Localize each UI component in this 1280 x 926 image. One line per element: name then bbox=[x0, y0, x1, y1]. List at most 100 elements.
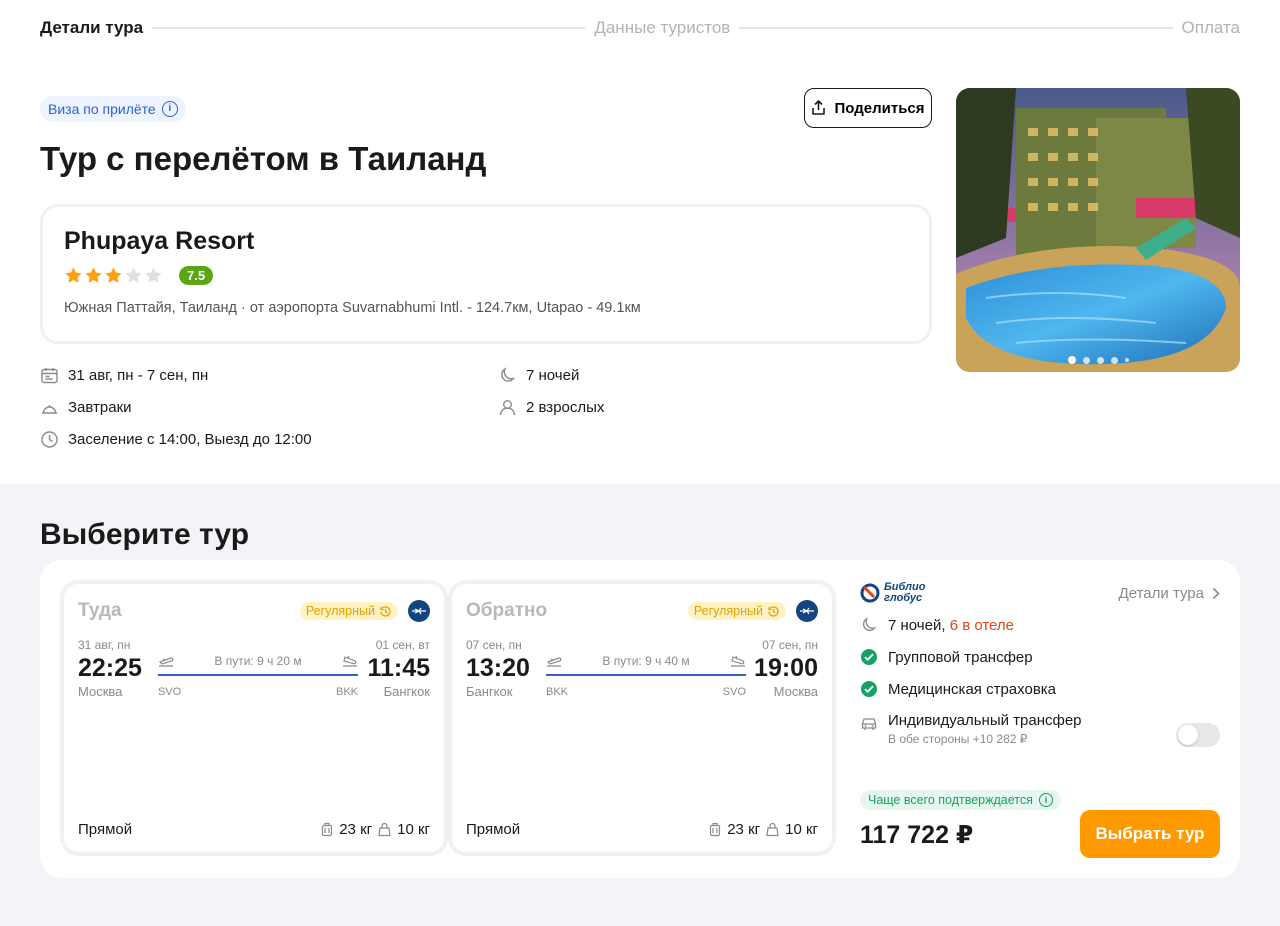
arrival-city: Москва bbox=[773, 684, 818, 699]
transfer-option-price: В обе стороны +10 282 ₽ bbox=[888, 732, 1028, 746]
user-icon bbox=[499, 400, 516, 416]
chevron-right-icon bbox=[1212, 587, 1220, 599]
history-icon bbox=[380, 605, 391, 617]
info-icon[interactable]: i bbox=[1038, 793, 1053, 807]
fact-guests-text: 2 взрослых bbox=[526, 399, 605, 416]
included-item: Медицинская страховка bbox=[860, 680, 1056, 698]
flight-route: В пути: 9 ч 40 м BKK SVO bbox=[546, 652, 746, 698]
departure: 07 сен, пн 13:20 Бангкок bbox=[466, 638, 530, 699]
stepper-divider bbox=[739, 27, 1173, 29]
flight-direction: Обратно bbox=[466, 600, 548, 621]
departure-time: 13:20 bbox=[466, 654, 530, 682]
hotel-location: Южная Паттайя, Таиланд · от аэропорта Su… bbox=[64, 300, 641, 316]
regular-tag-label: Регулярный bbox=[305, 604, 375, 618]
visa-badge-label: Виза по прилёте bbox=[48, 101, 156, 117]
included-item-label: Групповой трансфер bbox=[888, 648, 1033, 666]
takeoff-icon bbox=[546, 657, 562, 667]
cloche-icon bbox=[42, 405, 57, 414]
arrival: 07 сен, пн 19:00 Москва bbox=[754, 638, 818, 699]
luggage-icon bbox=[322, 822, 333, 837]
fact-dates: 31 авг, пн - 7 сен, пн bbox=[40, 366, 208, 385]
car-icon bbox=[861, 718, 877, 730]
star-filled-icon bbox=[105, 266, 122, 283]
route-line bbox=[158, 674, 358, 676]
moon-icon bbox=[862, 617, 877, 631]
arrival-date: 07 сен, пн bbox=[762, 638, 818, 652]
departure-time: 22:25 bbox=[78, 654, 142, 682]
arrival-airport: SVO bbox=[722, 686, 746, 698]
transfer-toggle[interactable] bbox=[1176, 723, 1220, 747]
flight-return: Обратно Регулярный 07 сен, пн 13:20 Банг… bbox=[448, 580, 836, 856]
gallery-dots bbox=[956, 356, 1240, 364]
page-title: Тур с перелётом в Таиланд bbox=[40, 140, 487, 177]
flight-outbound: Туда Регулярный 31 авг, пн 22:25 Москва bbox=[60, 580, 448, 856]
tour-overview: Виза по прилёте i Поделиться Тур с перел… bbox=[0, 60, 1280, 484]
fact-meals-text: Завтраки bbox=[68, 399, 132, 416]
info-icon[interactable]: i bbox=[161, 101, 178, 117]
departure-date: 31 авг, пн bbox=[78, 638, 131, 652]
clock-icon bbox=[41, 431, 58, 448]
flight-duration: В пути: 9 ч 20 м bbox=[214, 654, 302, 668]
star-empty-icon bbox=[125, 266, 142, 283]
hotel-rating: 7.5 bbox=[64, 264, 908, 286]
hand-luggage-icon bbox=[378, 822, 391, 837]
rating-badge: 7.5 bbox=[179, 265, 214, 285]
arrival-date: 01 сен, вт bbox=[375, 638, 430, 652]
departure-date: 07 сен, пн bbox=[466, 638, 522, 652]
landing-icon bbox=[342, 655, 357, 667]
share-icon bbox=[812, 100, 826, 115]
step-payment[interactable]: Оплата bbox=[1182, 18, 1240, 38]
hotel-name[interactable]: Phupaya Resort bbox=[64, 227, 908, 256]
departure: 31 авг, пн 22:25 Москва bbox=[78, 638, 142, 699]
gallery-dot[interactable] bbox=[1110, 356, 1118, 364]
regular-tag: Регулярный bbox=[299, 602, 398, 620]
moon-icon bbox=[501, 367, 516, 382]
operator-logo: Библио глобус bbox=[860, 582, 925, 604]
arrival-time: 19:00 bbox=[754, 654, 818, 682]
offer-nights: 7 ночей, 6 в отеле bbox=[860, 616, 1014, 634]
airline-logo-icon bbox=[796, 600, 818, 622]
departure-airport: BKK bbox=[546, 686, 569, 698]
check-circle-icon bbox=[861, 681, 877, 697]
gallery-dot[interactable] bbox=[1082, 356, 1090, 364]
hand-luggage-weight: 10 кг bbox=[785, 821, 818, 838]
star-filled-icon bbox=[85, 266, 102, 283]
route-line bbox=[546, 674, 746, 676]
luggage-weight: 23 кг bbox=[339, 821, 373, 838]
toggle-knob bbox=[1178, 725, 1198, 745]
offer-info: Библио глобус Детали тура 7 ночей, 6 в о… bbox=[860, 580, 1220, 858]
select-tour-button[interactable]: Выбрать тур bbox=[1080, 810, 1220, 858]
share-button-label: Поделиться bbox=[834, 99, 925, 117]
fact-checkin: Заселение с 14:00, Выезд до 12:00 bbox=[40, 430, 312, 449]
visa-badge: Виза по прилёте i bbox=[40, 96, 186, 122]
flight-route: В пути: 9 ч 20 м SVO BKK bbox=[158, 652, 358, 698]
hand-luggage-icon bbox=[766, 822, 779, 837]
airline-logo-icon bbox=[408, 600, 430, 622]
step-tour-details[interactable]: Детали тура bbox=[40, 18, 143, 38]
tour-details-link[interactable]: Детали тура bbox=[1119, 585, 1220, 602]
hotel-photo[interactable] bbox=[956, 88, 1240, 372]
tour-price: 117 722 ₽ bbox=[860, 821, 974, 849]
flight-duration: В пути: 9 ч 40 м bbox=[602, 654, 690, 668]
departure-city: Москва bbox=[78, 684, 123, 699]
arrival-city: Бангкок bbox=[383, 684, 430, 699]
hand-luggage-weight: 10 кг bbox=[397, 821, 430, 838]
share-button[interactable]: Поделиться bbox=[804, 88, 932, 128]
history-icon bbox=[768, 605, 779, 617]
gallery-dot[interactable] bbox=[1067, 356, 1076, 364]
section-title: Выберите тур bbox=[40, 518, 250, 551]
stepper: Детали тура Данные туристов Оплата bbox=[40, 17, 1240, 39]
fact-nights: 7 ночей bbox=[498, 366, 579, 385]
regular-tag-label: Регулярный bbox=[693, 604, 763, 618]
step-tourist-data[interactable]: Данные туристов bbox=[594, 18, 730, 38]
flight-direction: Туда bbox=[78, 600, 122, 621]
included-item: Групповой трансфер bbox=[860, 648, 1033, 666]
transfer-option: Индивидуальный трансфер В обе стороны +1… bbox=[860, 712, 1082, 746]
luggage-icon bbox=[710, 822, 721, 837]
hotel-card: Phupaya Resort 7.5 Южная Паттайя, Таилан… bbox=[40, 204, 932, 344]
gallery-dot[interactable] bbox=[1124, 358, 1129, 362]
tour-offer-card: Туда Регулярный 31 авг, пн 22:25 Москва bbox=[40, 560, 1240, 878]
luggage-weight: 23 кг bbox=[727, 821, 761, 838]
fact-guests: 2 взрослых bbox=[498, 398, 604, 417]
gallery-dot[interactable] bbox=[1096, 356, 1104, 364]
